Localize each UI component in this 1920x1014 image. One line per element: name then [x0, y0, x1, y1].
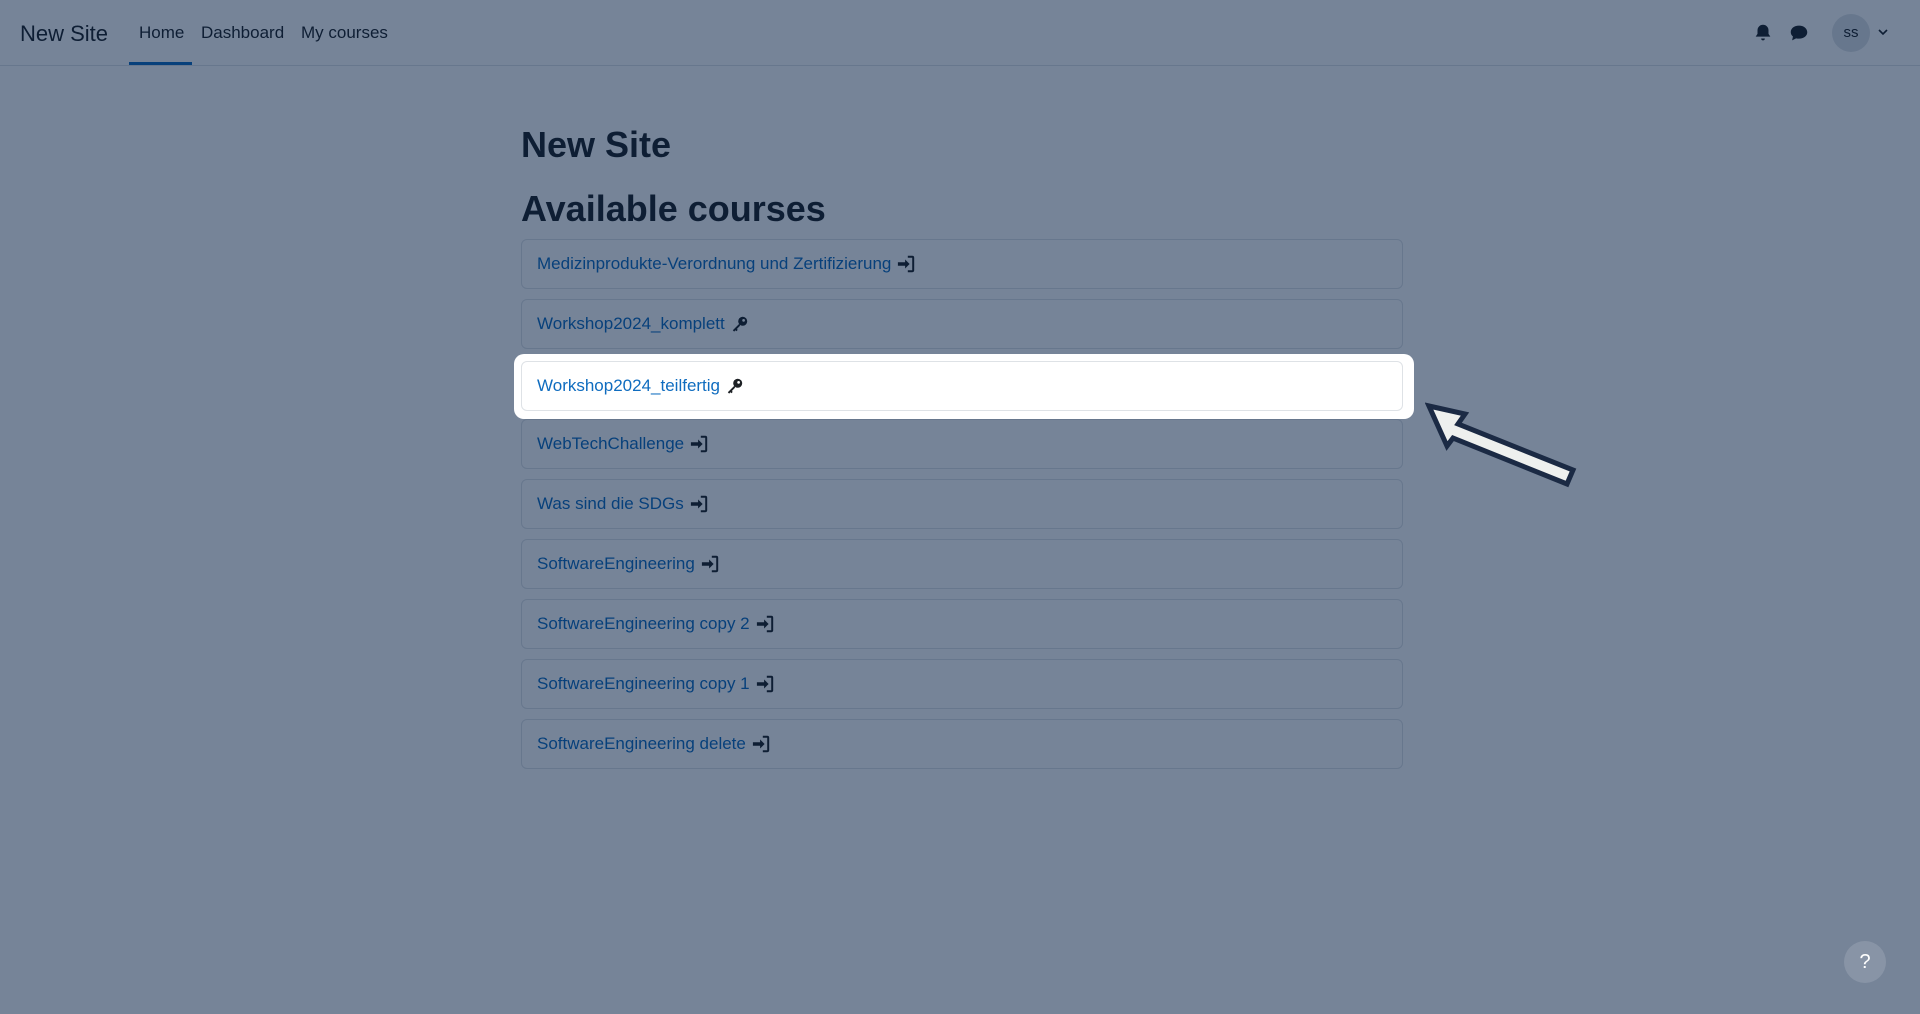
course-link[interactable]: Medizinprodukte-Verordnung und Zertifizi…	[537, 254, 891, 274]
course-item[interactable]: Was sind die SDGs	[521, 479, 1403, 529]
course-link[interactable]: Workshop2024_komplett	[537, 314, 725, 334]
help-button[interactable]: ?	[1844, 941, 1886, 983]
course-item[interactable]: SoftwareEngineering delete	[521, 719, 1403, 769]
chevron-down-icon[interactable]	[1877, 26, 1889, 38]
course-item[interactable]: SoftwareEngineering copy 1	[521, 659, 1403, 709]
active-nav-indicator	[129, 62, 192, 65]
course-link[interactable]: SoftwareEngineering copy 1	[537, 674, 750, 694]
course-item[interactable]: SoftwareEngineering copy 2	[521, 599, 1403, 649]
course-link[interactable]: SoftwareEngineering delete	[537, 734, 746, 754]
sign-in-icon	[691, 435, 708, 453]
sign-in-icon	[756, 675, 773, 693]
available-courses-heading: Available courses	[521, 188, 826, 229]
course-link[interactable]: Was sind die SDGs	[537, 494, 684, 514]
key-icon	[732, 316, 747, 332]
key-icon	[727, 378, 743, 394]
course-list: Medizinprodukte-Verordnung und Zertifizi…	[521, 239, 1403, 779]
tour-spotlight: Workshop2024_teilfertig	[514, 354, 1414, 419]
course-item[interactable]: SoftwareEngineering	[521, 539, 1403, 589]
sign-in-icon	[690, 495, 707, 513]
course-link[interactable]: SoftwareEngineering copy 2	[537, 614, 750, 634]
course-link[interactable]: Workshop2024_teilfertig	[537, 376, 720, 396]
top-navbar: New Site Home Dashboard My courses ss	[0, 0, 1920, 66]
page-title: New Site	[521, 124, 672, 165]
sign-in-icon	[701, 555, 719, 573]
site-brand[interactable]: New Site	[20, 21, 108, 47]
nav-dashboard[interactable]: Dashboard	[201, 23, 284, 43]
course-link[interactable]: WebTechChallenge	[537, 434, 684, 454]
sign-in-icon	[756, 615, 773, 633]
course-item-highlighted[interactable]: Workshop2024_teilfertig	[521, 361, 1403, 411]
course-item[interactable]: WebTechChallenge	[521, 419, 1403, 469]
user-avatar[interactable]: ss	[1832, 14, 1870, 52]
sign-in-icon	[752, 735, 770, 753]
pointer-arrow-icon	[1425, 402, 1577, 488]
chat-icon[interactable]	[1788, 22, 1810, 44]
course-item[interactable]: Workshop2024_komplett	[521, 299, 1403, 349]
nav-home[interactable]: Home	[139, 23, 184, 43]
sign-in-icon	[898, 255, 915, 273]
course-item[interactable]: Medizinprodukte-Verordnung und Zertifizi…	[521, 239, 1403, 289]
course-link[interactable]: SoftwareEngineering	[537, 554, 695, 574]
bell-icon[interactable]	[1752, 22, 1774, 44]
nav-my-courses[interactable]: My courses	[301, 23, 388, 43]
